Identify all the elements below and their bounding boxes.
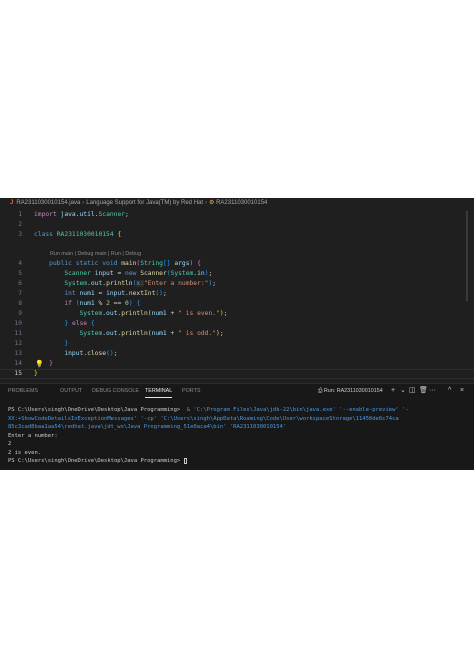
run-label-text: Run: RA2311030010154 <box>323 388 383 394</box>
line-number: 9 <box>18 310 22 317</box>
code-line: 13 input.close(); <box>0 349 474 359</box>
code-line: 7 int num1 = input.nextInt(); <box>0 289 474 299</box>
code-line: 2 <box>0 220 474 230</box>
terminal-line: 2 <box>8 441 12 447</box>
line-number: 1 <box>18 211 22 218</box>
line-number: 13 <box>14 350 22 357</box>
line-number: 2 <box>18 221 22 228</box>
terminal-line: 85c3cad8baa1aa54\redhat.java\jdt_ws\Java… <box>8 424 287 430</box>
code-line: 10 } else { <box>0 319 474 329</box>
code-line: 15} <box>0 369 474 379</box>
breadcrumb: J RA2311030010154.java › Language Support f… <box>0 198 474 209</box>
code-line: 4 public static void main(String[] args)… <box>0 259 474 269</box>
tab-debug-console[interactable]: DEBUG CONSOLE <box>92 384 139 398</box>
code-line: 14 💡 } <box>0 359 474 369</box>
breadcrumb-class[interactable]: RA2311030010154 <box>216 200 267 206</box>
code-line: 1 import java.util.Scanner; <box>0 210 474 220</box>
add-terminal-icon[interactable]: + <box>391 384 395 398</box>
terminal-cursor <box>183 457 187 464</box>
terminal-line: XX:+ShowCodeDetailsInExceptionMessages' … <box>8 415 399 422</box>
run-terminal-label[interactable]: ⎙ Run: RA2311030010154 <box>318 384 383 398</box>
terminal-line: PS C:\Users\singh\OneDrive\Desktop\Java … <box>8 406 470 415</box>
vscode-screenshot: J RA2311030010154.java › Language Support f… <box>0 198 474 470</box>
code-editor[interactable]: 1 import java.util.Scanner; 2 3 class RA23… <box>0 209 474 390</box>
terminal-prompt: PS C:\Users\singh\OneDrive\Desktop\Java … <box>8 458 184 464</box>
trash-icon[interactable]: 🗑 <box>419 384 428 398</box>
terminal-output[interactable]: PS C:\Users\singh\OneDrive\Desktop\Java … <box>8 406 470 466</box>
code-line: 3 class RA2311030010154 { <box>0 230 474 240</box>
split-terminal-icon[interactable]: ◫ <box>409 384 416 398</box>
line-number: 10 <box>14 320 22 327</box>
tab-output[interactable]: OUTPUT <box>60 384 82 398</box>
line-number: 15 <box>14 370 22 377</box>
line-number: 4 <box>18 260 22 267</box>
maximize-panel-icon[interactable]: ^ <box>448 384 451 398</box>
code-line: 8 if (num1 % 2 == 0) { <box>0 299 474 309</box>
chevron-down-icon[interactable]: ⌄ <box>400 384 406 398</box>
line-number: 14 <box>14 360 22 367</box>
terminal-command: & 'C:\Program Files\Java\jdk-22\bin\java… <box>183 407 409 413</box>
terminal-prompt: PS C:\Users\singh\OneDrive\Desktop\Java … <box>8 407 184 413</box>
java-file-icon: J <box>10 200 14 206</box>
code-line: 11 System.out.println(num1 + " is odd.")… <box>0 329 474 339</box>
line-number: 5 <box>18 270 22 277</box>
code-line: 6 System.out.println(x:"Enter a number:"… <box>0 279 474 289</box>
chevron-right-icon: › <box>82 200 85 206</box>
bottom-panel: PROBLEMS OUTPUT DEBUG CONSOLE TERMINAL P… <box>0 383 474 470</box>
terminal-line: Enter a number: <box>8 432 58 439</box>
tab-terminal[interactable]: TERMINAL <box>145 384 173 398</box>
breadcrumb-item[interactable]: Language Support for Java(TM) by Red Hat <box>86 200 203 206</box>
line-number: 7 <box>18 290 22 297</box>
terminal-line: PS C:\Users\singh\OneDrive\Desktop\Java … <box>8 457 470 466</box>
tab-ports[interactable]: PORTS <box>182 384 200 398</box>
panel-tabs: PROBLEMS OUTPUT DEBUG CONSOLE TERMINAL P… <box>0 384 474 398</box>
more-actions-icon[interactable]: ··· <box>429 384 436 398</box>
code-line: 5 Scanner input = new Scanner(System.in)… <box>0 269 474 279</box>
line-number: 12 <box>14 340 22 347</box>
line-number: 3 <box>18 231 22 238</box>
line-number: 6 <box>18 280 22 287</box>
close-panel-icon[interactable]: × <box>460 384 464 398</box>
chevron-right-icon: › <box>205 200 208 206</box>
code-lens[interactable]: Run main | Debug main | Run | Debug <box>50 250 141 259</box>
line-number: 11 <box>14 330 22 337</box>
line-number: 8 <box>18 300 22 307</box>
terminal-line: 2 is even. <box>8 449 42 456</box>
code-line: 12 } <box>0 339 474 349</box>
tab-problems[interactable]: PROBLEMS <box>8 384 38 398</box>
class-icon: ⚙ <box>209 200 215 206</box>
breadcrumb-file[interactable]: RA2311030010154.java <box>16 200 80 206</box>
code-line: 9 System.out.println(num1 + " is even.")… <box>0 309 474 319</box>
